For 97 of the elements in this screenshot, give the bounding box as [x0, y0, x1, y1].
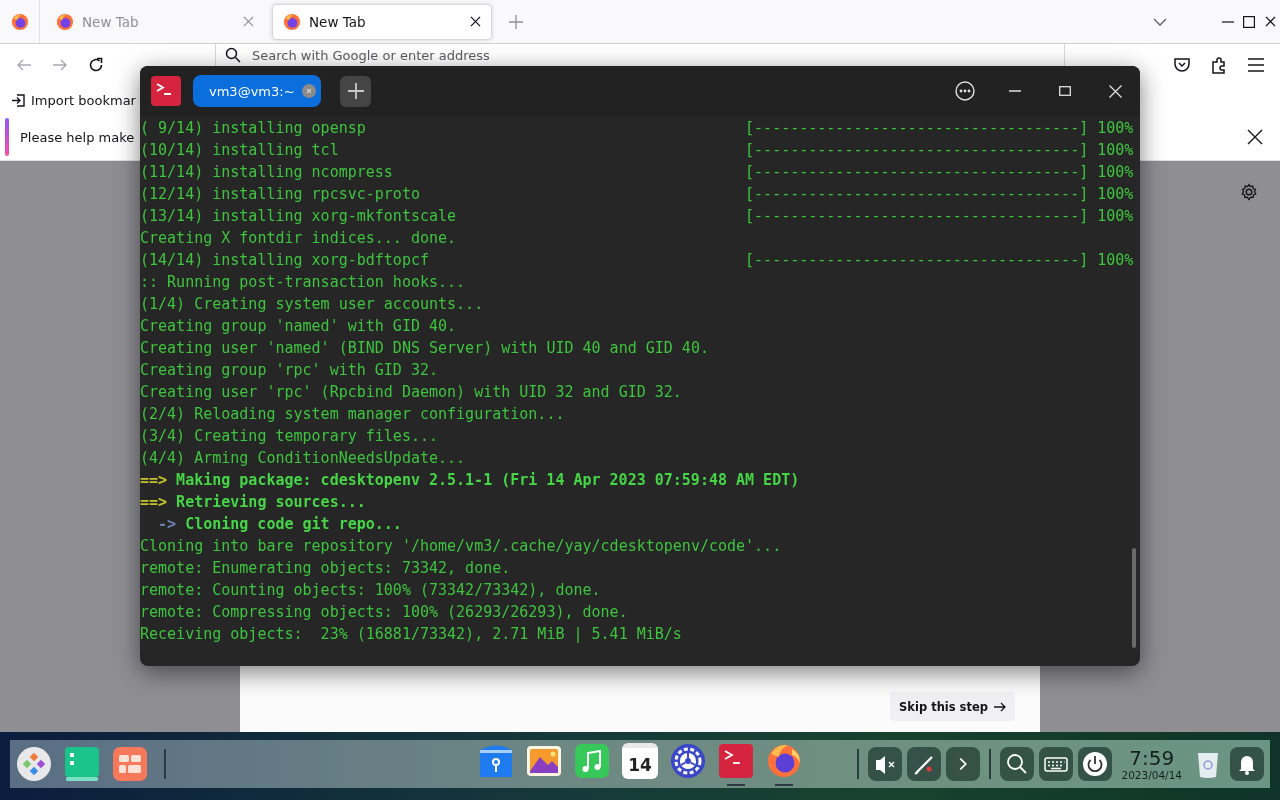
- terminal-line: (10/14) installing tcl: [140, 140, 340, 161]
- terminal-line: Creating group 'named' with GID 40.: [140, 317, 457, 335]
- bookmark-item[interactable]: Import bookmar: [11, 92, 136, 108]
- launcher-icon: [16, 746, 52, 782]
- terminal-line: (12/14) installing rpcsvc-proto: [140, 184, 421, 205]
- mute-button[interactable]: [868, 747, 903, 781]
- arrow-right-icon: [994, 701, 1006, 712]
- files-app-button[interactable]: [64, 746, 100, 782]
- close-button[interactable]: [1246, 128, 1264, 146]
- terminal-line: Cloning code git repo...: [185, 515, 402, 533]
- settings-icon[interactable]: [1240, 183, 1258, 201]
- progress-percent: 100%: [1097, 207, 1134, 225]
- address-bar[interactable]: Search with Google or enter address: [215, 44, 1065, 66]
- prompt-arrow: ->: [158, 515, 177, 533]
- music-app-icon: [574, 743, 610, 779]
- reload-icon: [88, 57, 104, 73]
- new-tab-button[interactable]: [340, 75, 371, 107]
- terminal-line: :: Running post-transaction hooks...: [140, 273, 466, 291]
- terminal-line: Creating user 'named' (BIND DNS Server) with UID 40 and GID 40.: [140, 339, 709, 357]
- minimize-icon: [1009, 90, 1021, 92]
- skip-button[interactable]: Skip this step: [890, 692, 1015, 721]
- search-icon: [225, 47, 241, 63]
- more-icon: [955, 81, 975, 101]
- terminal-line: (11/14) installing ncompress: [140, 162, 394, 183]
- photos-app-icon: [526, 743, 562, 779]
- chevron-down-icon[interactable]: [1153, 17, 1167, 26]
- terminal-line: Creating group 'rpc' with GID 32.: [140, 361, 438, 379]
- notification-stripe: [5, 118, 9, 156]
- files-app-icon: [64, 746, 100, 782]
- clock-time: 7:59: [1129, 747, 1175, 769]
- dash-line-text: [------------------------------------]: [745, 141, 1089, 159]
- terminal-line: remote: Counting objects: 100% (73342/73342), done.: [140, 581, 601, 599]
- browser-tab[interactable]: New Tab: [272, 3, 492, 40]
- progress-percent: 100%: [1097, 119, 1134, 137]
- terminal-line: remote: Compressing objects: 100% (26293/26293), done.: [140, 603, 628, 621]
- prompt-arrow: ==>: [140, 471, 168, 489]
- menu-icon: [1248, 58, 1264, 72]
- expand-icon: [959, 758, 968, 770]
- close-icon[interactable]: [1265, 16, 1276, 27]
- import-icon: [11, 92, 26, 108]
- terminal-line: (2/4) Reloading system manager configuration...: [140, 405, 565, 423]
- scrollbar-thumb[interactable]: [1132, 548, 1136, 648]
- firefox-icon: [766, 743, 802, 779]
- keyboard-button[interactable]: [1039, 747, 1074, 781]
- multitask-icon: [112, 746, 148, 782]
- terminal-line: Making package: cdesktopenv 2.5.1-1 (Fri 14 Apr 2023 07:59:48 AM EDT): [176, 471, 800, 489]
- expand-button[interactable]: [946, 747, 981, 781]
- pen-button[interactable]: [907, 747, 942, 781]
- maximize-icon[interactable]: [1243, 15, 1255, 28]
- terminal-tab[interactable]: vm3@vm3:~: [193, 75, 321, 107]
- calendar-app-icon: 14: [622, 743, 658, 779]
- terminal-line: ( 9/14) installing opensp: [140, 118, 367, 139]
- dash-line-text: [------------------------------------]: [745, 163, 1089, 181]
- maximize-icon: [1059, 86, 1071, 96]
- launcher-button[interactable]: [16, 746, 52, 782]
- dock-app[interactable]: 14: [620, 741, 660, 787]
- dash-line-text: [------------------------------------]: [745, 251, 1089, 269]
- clock-date: 2023/04/14: [1121, 769, 1182, 781]
- close-icon: [1108, 84, 1122, 98]
- terminal-line: Creating X fontdir indices... done.: [140, 229, 457, 247]
- terminal-app-icon: [718, 743, 754, 779]
- dash-line-text: [------------------------------------]: [745, 185, 1089, 203]
- terminal-line: remote: Enumerating objects: 73342, done.: [140, 559, 511, 577]
- dash-line-text: [------------------------------------]: [745, 119, 1089, 137]
- forward-icon: [52, 57, 68, 73]
- terminal-line: Creating user 'rpc' (Rpcbind Daemon) with UID 32 and GID 32.: [140, 383, 682, 401]
- progress-percent: 100%: [1097, 185, 1134, 203]
- terminal-line: (4/4) Arming ConditionNeedsUpdate...: [140, 449, 466, 467]
- multitask-button[interactable]: [112, 746, 148, 782]
- prompt-arrow: ==>: [140, 493, 168, 511]
- dash-line-text: [------------------------------------]: [745, 207, 1089, 225]
- search-button[interactable]: [1000, 747, 1035, 781]
- notification-text: Please help make: [20, 129, 135, 145]
- terminal-line: Receiving objects: 23% (16881/73342), 2.71 MiB | 5.41 MiB/s: [140, 625, 682, 643]
- firefox-icon: [283, 12, 301, 31]
- terminal-line: (3/4) Creating temporary files...: [140, 427, 438, 445]
- back-icon: [16, 57, 32, 73]
- progress-percent: 100%: [1097, 141, 1134, 159]
- power-button[interactable]: [1078, 747, 1113, 781]
- plus-icon: [347, 83, 364, 99]
- progress-percent: 100%: [1097, 251, 1134, 269]
- notifications-button[interactable]: [1230, 747, 1264, 781]
- progress-percent: 100%: [1097, 163, 1134, 181]
- terminal-line: Cloning into bare repository '/home/vm3/.cache/yay/cdesktopenv/code'...: [140, 537, 782, 555]
- puzzle-icon: [1210, 56, 1228, 74]
- close-icon: [1247, 129, 1263, 145]
- terminal-line: Retrieving sources...: [176, 493, 366, 511]
- firefox-icon: [56, 12, 74, 31]
- terminal-line: (14/14) installing xorg-bdftopcf: [140, 250, 430, 271]
- terminal-line: (1/4) Creating system user accounts...: [140, 295, 484, 313]
- terminal-line: (13/14) installing xorg-mkfontscale: [140, 206, 458, 227]
- close-icon[interactable]: [470, 16, 481, 27]
- app-store-icon: [478, 743, 514, 779]
- pocket-icon: [1173, 56, 1191, 74]
- firefox-icon: [10, 12, 29, 31]
- settings-app-icon: [670, 743, 706, 779]
- terminal-app-icon: [151, 76, 181, 106]
